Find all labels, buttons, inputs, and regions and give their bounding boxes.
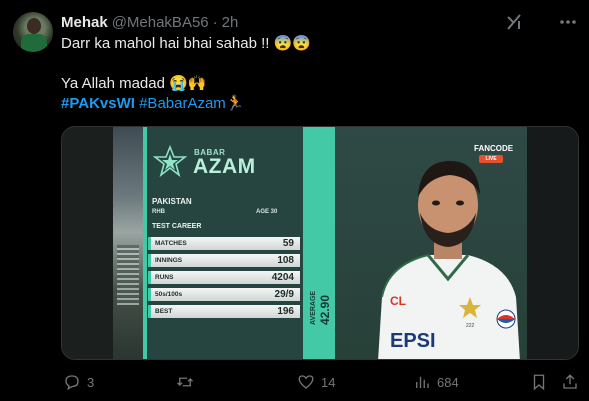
reply-button[interactable]: 3 xyxy=(63,372,94,392)
views-button[interactable]: 684 xyxy=(413,372,459,392)
separator-dot: · xyxy=(212,13,218,31)
tweet-media[interactable]: BABAR AZAM PAKISTAN RHB AGE 30 TEST CARE… xyxy=(61,126,579,360)
view-count: 684 xyxy=(437,374,459,390)
stadium-background xyxy=(113,127,143,359)
like-button[interactable]: 14 xyxy=(297,372,335,392)
grok-icon[interactable] xyxy=(505,13,523,31)
reply-count: 3 xyxy=(87,374,95,390)
career-section-title: TEST CAREER xyxy=(152,223,202,230)
batting-style: RHB xyxy=(152,209,165,215)
stat-value: 108 xyxy=(277,255,294,266)
stat-label: RUNS xyxy=(155,274,174,281)
hashtag-pakvswi[interactable]: #PAKvsWI xyxy=(61,95,135,112)
bookmark-icon xyxy=(533,374,545,391)
tweet-header: Mehak @MehakBA56 · 2h xyxy=(61,12,238,32)
stat-value: 196 xyxy=(277,306,294,317)
shirt-logo-text: CL xyxy=(390,294,406,308)
stat-value: 59 xyxy=(282,238,294,249)
tweet-actions: 3 14 684 xyxy=(0,372,589,392)
more-options-icon[interactable] xyxy=(557,13,579,31)
letterbox-bar xyxy=(527,127,578,359)
stat-row: INNINGS 108 xyxy=(148,254,300,267)
tweet-text-line-1: Darr ka mahol hai bhai sahab !! 😨😨 xyxy=(61,35,311,52)
player-country: PAKISTAN xyxy=(152,197,192,206)
author-name[interactable]: Mehak xyxy=(61,14,108,31)
shirt-number: 222 xyxy=(466,323,475,329)
heart-icon xyxy=(298,375,314,389)
author-handle[interactable]: @MehakBA56 xyxy=(112,14,209,31)
player-last-name: AZAM xyxy=(193,155,256,178)
stat-label: MATCHES xyxy=(155,240,187,247)
stat-value: 4204 xyxy=(271,272,294,283)
avatar-head xyxy=(27,18,41,34)
stat-label: INNINGS xyxy=(155,257,183,264)
retweet-button[interactable] xyxy=(176,372,200,392)
avatar-shirt xyxy=(21,34,47,52)
average-value: 42.90 xyxy=(318,295,332,325)
share-button[interactable] xyxy=(561,372,579,392)
player-age: AGE 30 xyxy=(256,209,278,215)
stats-list: MATCHES 59 INNINGS 108 RUNS 4204 50s/100… xyxy=(148,237,300,322)
runner-emoji: 🏃 xyxy=(225,95,245,112)
author-avatar[interactable] xyxy=(13,12,53,52)
bookmark-button[interactable] xyxy=(530,372,548,392)
tweet-text-line-2: Ya Allah madad 😭🙌 xyxy=(61,75,207,92)
stat-label: 50s/100s xyxy=(155,291,183,298)
stat-row: RUNS 4204 xyxy=(148,271,300,284)
like-count: 14 xyxy=(321,374,336,390)
views-icon xyxy=(416,376,429,388)
player-stats-graphic: BABAR AZAM PAKISTAN RHB AGE 30 TEST CARE… xyxy=(113,127,527,359)
reply-icon xyxy=(65,375,79,391)
stat-row: 50s/100s 29/9 xyxy=(148,288,300,301)
stat-row: MATCHES 59 xyxy=(148,237,300,250)
player-portrait: 222 CL EPSI xyxy=(378,161,520,359)
stat-label: BEST xyxy=(155,308,173,315)
shirt-sponsor: EPSI xyxy=(390,330,436,352)
stat-value: 29/9 xyxy=(274,289,294,300)
tweet-hashtags: #PAKvsWI #BabarAzam🏃 xyxy=(61,94,245,114)
tweet-time[interactable]: 2h xyxy=(222,14,239,31)
pcb-star-logo xyxy=(153,145,187,178)
average-label: AVERAGE xyxy=(310,291,317,325)
retweet-icon xyxy=(177,377,193,387)
share-icon xyxy=(563,374,577,389)
stat-row: BEST 196 xyxy=(148,305,300,318)
average-label-vertical: AVERAGE 42.90 xyxy=(310,291,332,325)
hashtag-babarazam[interactable]: #BabarAzam xyxy=(139,95,226,112)
